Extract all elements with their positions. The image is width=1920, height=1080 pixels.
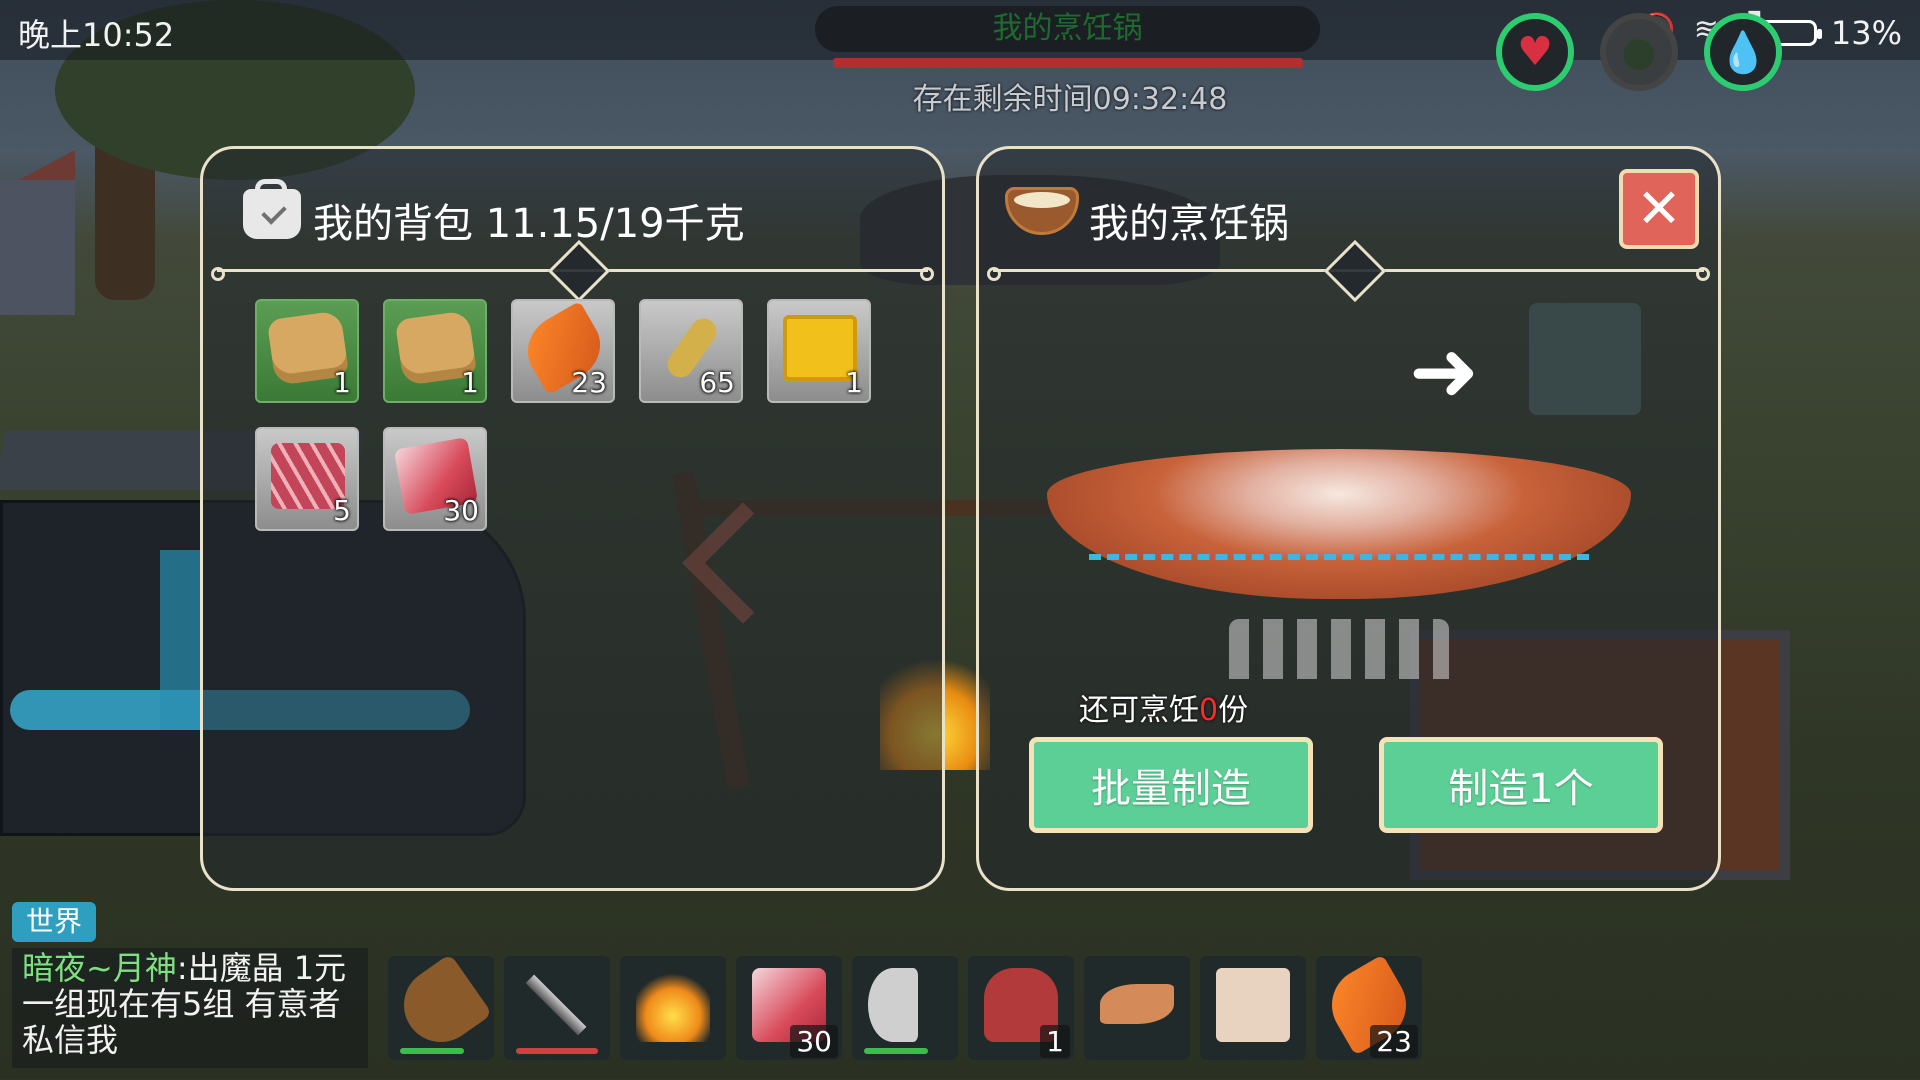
hotbar-slot-shirt[interactable] xyxy=(1200,956,1306,1060)
batch-craft-button[interactable]: 批量制造 xyxy=(1029,737,1313,833)
durability-bar xyxy=(864,1048,928,1054)
close-button[interactable]: ✕ xyxy=(1619,169,1699,249)
hotbar-slot-axe[interactable] xyxy=(852,956,958,1060)
item-count: 1 xyxy=(461,366,479,399)
sword-icon xyxy=(525,974,587,1036)
output-slot[interactable] xyxy=(1529,303,1641,415)
divider-ornament xyxy=(547,239,611,303)
item-count: 65 xyxy=(699,366,735,399)
hotbar-slot-carrot[interactable]: 23 xyxy=(1316,954,1422,1060)
target-title: 我的烹饪锅 xyxy=(992,11,1143,46)
axe-icon xyxy=(868,968,918,1042)
item-count: 5 xyxy=(333,494,351,527)
chat-sender: 暗夜~月神 xyxy=(22,949,177,987)
chat-separator: : xyxy=(176,949,188,987)
heart-icon: ♥ xyxy=(1517,29,1553,75)
inventory-slot-honeycomb[interactable]: 1 xyxy=(767,299,871,403)
item-count: 30 xyxy=(790,1025,838,1058)
cooking-pot-icon xyxy=(1005,187,1079,235)
thirst-gauge[interactable]: 💧 xyxy=(1704,13,1782,91)
hotbar-slot-raw-meat[interactable]: 30 xyxy=(736,956,842,1060)
divider-ornament xyxy=(1323,239,1387,303)
chat-tab-world[interactable]: 世界 xyxy=(12,902,96,942)
item-count: 1 xyxy=(845,366,863,399)
cook-remaining-count: 0 xyxy=(1199,693,1219,728)
arrow-right-icon: ➜ xyxy=(1409,322,1480,420)
hotbar-slot-club[interactable] xyxy=(388,953,494,1060)
close-icon: ✕ xyxy=(1636,177,1682,240)
hotbar-slot-sword[interactable] xyxy=(504,956,610,1060)
inventory-slot-carrot[interactable]: 23 xyxy=(511,299,615,403)
flame-icon xyxy=(1229,619,1449,679)
inventory-slot-wheat[interactable]: 65 xyxy=(639,299,743,403)
battery-percent: 13% xyxy=(1830,14,1902,52)
item-count: 30 xyxy=(443,494,479,527)
item-count: 23 xyxy=(571,366,607,399)
item-count: 1 xyxy=(333,366,351,399)
inventory-slot-ribs[interactable]: 5 xyxy=(255,427,359,531)
cook-remaining-text: 还可烹饪0份 xyxy=(1079,685,1248,729)
health-gauge[interactable]: ♥ xyxy=(1496,13,1574,91)
backpack-icon xyxy=(243,179,301,239)
inventory-slot-seed-bag-carrot[interactable]: 1 xyxy=(383,299,487,403)
cooking-pot-graphic xyxy=(1047,449,1631,599)
craft-one-button[interactable]: 制造1个 xyxy=(1379,737,1663,833)
inventory-slot-seed-bag-wheat[interactable]: 1 xyxy=(255,299,359,403)
item-count: 1 xyxy=(1040,1025,1070,1058)
stomach-icon: ● xyxy=(1621,29,1657,75)
cook-remaining-suffix: 份 xyxy=(1218,693,1249,728)
water-drop-icon: 💧 xyxy=(1718,29,1768,76)
cooking-pot-panel: 我的烹饪锅 ✕ ➜ 还可烹饪0份 批量制造 制造1个 xyxy=(976,146,1721,891)
durability-bar xyxy=(516,1048,598,1054)
cooking-pot-title: 我的烹饪锅 xyxy=(1089,201,1289,247)
backpack-title: 我的背包 11.15/19千克 xyxy=(313,201,745,247)
house xyxy=(0,180,75,315)
hunger-gauge[interactable]: ● xyxy=(1600,13,1678,91)
pot-decoration xyxy=(1089,534,1589,560)
backpack-panel: 我的背包 11.15/19千克 1 1 23 65 1 5 30 xyxy=(200,146,945,891)
campfire-icon xyxy=(636,968,710,1042)
hotbar-slot-boots[interactable] xyxy=(1084,956,1190,1060)
club-icon xyxy=(389,953,493,1057)
durability-bar xyxy=(400,1048,464,1054)
hotbar-slot-armor[interactable]: 1 xyxy=(968,956,1074,1060)
chat-message: 暗夜~月神:出魔晶 1元一组现在有5组 有意者私信我 xyxy=(22,950,362,1058)
inventory-slot-raw-meat[interactable]: 30 xyxy=(383,427,487,531)
cook-remaining-prefix: 还可烹饪 xyxy=(1079,693,1199,728)
boots-icon xyxy=(1100,984,1174,1024)
target-health-bar xyxy=(833,58,1303,68)
chat-box[interactable]: 暗夜~月神:出魔晶 1元一组现在有5组 有意者私信我 xyxy=(12,948,368,1068)
hotbar-slot-campfire[interactable] xyxy=(620,956,726,1060)
clock: 晚上10:52 xyxy=(18,16,175,54)
target-title-bar: 我的烹饪锅 xyxy=(815,6,1320,52)
shirt-icon xyxy=(1216,968,1290,1042)
item-count: 23 xyxy=(1370,1025,1418,1058)
